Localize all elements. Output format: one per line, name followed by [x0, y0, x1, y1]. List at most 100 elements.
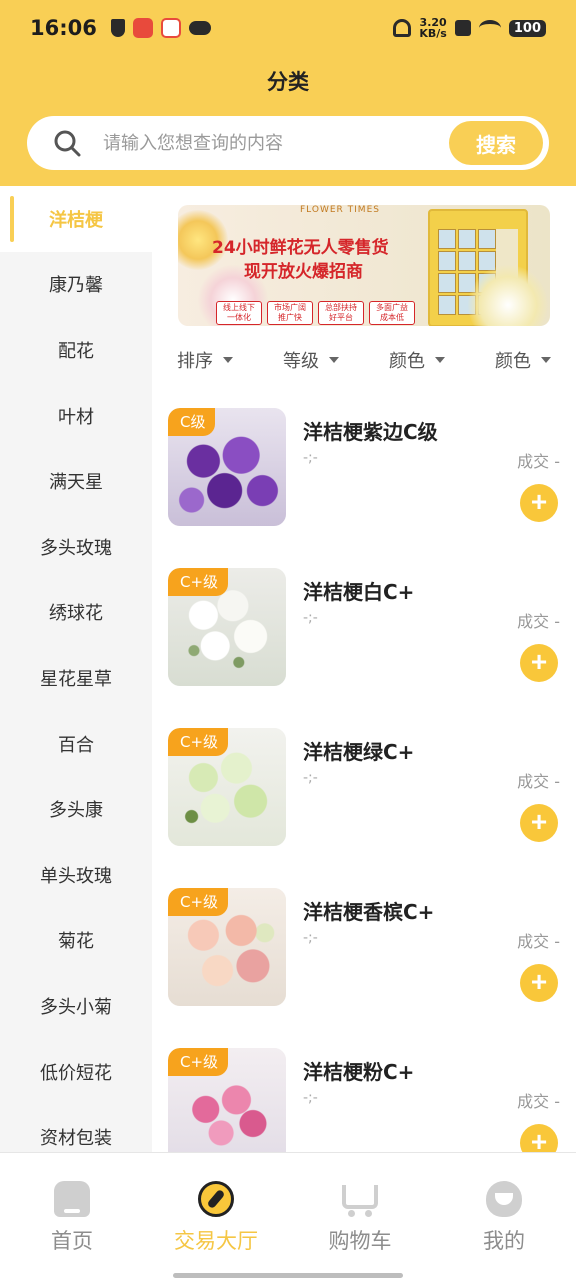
nav-trading-hall[interactable]: 交易大厅 — [144, 1153, 288, 1280]
nav-home-label: 首页 — [51, 1229, 93, 1253]
mute-bell-icon — [393, 19, 412, 37]
nav-profile-label: 我的 — [483, 1229, 525, 1253]
sidebar-item-lily[interactable]: 百合 — [0, 711, 152, 777]
network-speed: 3.20 KB/s — [419, 17, 446, 39]
shield-icon — [110, 19, 125, 37]
nav-home[interactable]: 首页 — [0, 1153, 144, 1280]
product-price: -;- — [303, 450, 318, 466]
filter-color-2[interactable]: 颜色 — [470, 340, 576, 380]
sidebar-item-gypsophila[interactable]: 满天星 — [0, 448, 152, 514]
home-indicator[interactable] — [173, 1273, 403, 1278]
banner-tag: 总部扶持 好平台 — [318, 301, 364, 325]
app-notification-icon — [132, 18, 153, 38]
add-to-cart-button[interactable]: + — [520, 804, 558, 842]
sidebar-item-budget-short[interactable]: 低价短花 — [0, 1039, 152, 1105]
search-button[interactable]: 搜索 — [449, 121, 543, 165]
product-item[interactable]: C+级 洋桔梗白C+ -;- 成交 - + — [168, 568, 560, 688]
product-thumbnail[interactable]: C+级 — [168, 888, 286, 1006]
network-speed-unit: KB/s — [419, 27, 447, 40]
sidebar-item-chrysanthemum[interactable]: 菊花 — [0, 908, 152, 974]
product-item[interactable]: C+级 洋桔梗粉C+ -;- 成交 - + — [168, 1048, 560, 1168]
filter-color[interactable]: 颜色 — [364, 340, 470, 380]
sidebar-item-spray-rose[interactable]: 多头玫瑰 — [0, 514, 152, 580]
nav-trading-hall-label: 交易大厅 — [174, 1229, 258, 1253]
sim-off-icon — [454, 20, 471, 36]
filter-sort-label: 排序 — [177, 351, 213, 372]
sidebar-item-single-rose[interactable]: 单头玫瑰 — [0, 842, 152, 908]
add-to-cart-button[interactable]: + — [520, 484, 558, 522]
grade-badge: C+级 — [168, 568, 229, 596]
product-thumbnail[interactable]: C+级 — [168, 568, 286, 686]
plus-icon: + — [530, 486, 548, 517]
compass-icon — [198, 1181, 234, 1217]
product-deal-count: 成交 - — [517, 612, 560, 631]
product-thumbnail[interactable]: C+级 — [168, 728, 286, 846]
add-to-cart-button[interactable]: + — [520, 644, 558, 682]
filter-color-label: 颜色 — [389, 351, 425, 372]
filter-bar: 排序 等级 颜色 颜色 — [152, 340, 576, 380]
battery-icon: 100 — [508, 19, 546, 37]
product-item[interactable]: C+级 洋桔梗绿C+ -;- 成交 - + — [168, 728, 560, 848]
product-price: -;- — [303, 770, 318, 786]
sidebar-item-lisianthus[interactable]: 洋桔梗 — [0, 186, 152, 252]
filter-grade[interactable]: 等级 — [258, 340, 364, 380]
profile-icon — [486, 1181, 522, 1217]
status-right: 3.20 KB/s 100 — [393, 17, 546, 39]
banner-tag: 多面广益 成本低 — [369, 301, 415, 325]
banner-brand: FLOWER TIMES — [300, 205, 380, 215]
sidebar-item-filler-flowers[interactable]: 配花 — [0, 317, 152, 383]
sidebar-item-hydrangea[interactable]: 绣球花 — [0, 580, 152, 646]
search-input[interactable] — [103, 126, 443, 160]
product-deal-count: 成交 - — [517, 452, 560, 471]
caret-down-icon — [435, 357, 445, 363]
sidebar-item-spray-carnation[interactable]: 多头康 — [0, 776, 152, 842]
caret-down-icon — [223, 357, 233, 363]
filter-sort[interactable]: 排序 — [152, 340, 258, 380]
nav-profile[interactable]: 我的 — [432, 1153, 576, 1280]
sidebar-item-carnation[interactable]: 康乃馨 — [0, 252, 152, 318]
filter-color-2-label: 颜色 — [495, 351, 531, 372]
product-name: 洋桔梗紫边C级 — [303, 420, 438, 444]
map-notification-icon — [160, 18, 181, 38]
caret-down-icon — [329, 357, 339, 363]
page-title: 分类 — [267, 70, 309, 94]
product-price: -;- — [303, 1090, 318, 1106]
sidebar-item-spray-mum[interactable]: 多头小菊 — [0, 973, 152, 1039]
product-thumbnail[interactable]: C级 — [168, 408, 286, 526]
sidebar-item-packaging[interactable]: 资材包装 — [0, 1104, 152, 1152]
sidebar-item-foliage[interactable]: 叶材 — [0, 383, 152, 449]
banner-subheadline: 现开放火爆招商 — [244, 262, 363, 282]
product-name: 洋桔梗白C+ — [303, 580, 415, 604]
banner-tags: 线上线下 一体化 市场广阔 推广快 总部扶持 好平台 多面广益 成本低 — [216, 301, 415, 325]
grade-badge: C+级 — [168, 728, 229, 756]
wifi-icon — [478, 20, 501, 36]
cloud-icon — [188, 21, 211, 35]
filter-grade-label: 等级 — [283, 351, 319, 372]
search-bar[interactable]: 搜索 — [27, 116, 549, 170]
product-price: -;- — [303, 930, 318, 946]
product-thumbnail[interactable]: C+级 — [168, 1048, 286, 1166]
grade-badge: C级 — [168, 408, 216, 436]
product-name: 洋桔梗粉C+ — [303, 1060, 415, 1084]
plus-icon: + — [530, 646, 548, 677]
banner-tag: 线上线下 一体化 — [216, 301, 262, 325]
product-deal-count: 成交 - — [517, 772, 560, 791]
banner-tag: 市场广阔 推广快 — [267, 301, 313, 325]
add-to-cart-button[interactable]: + — [520, 964, 558, 1002]
product-item[interactable]: C级 洋桔梗紫边C级 -;- 成交 - + — [168, 408, 560, 528]
grade-badge: C+级 — [168, 1048, 229, 1076]
banner-headline: 24小时鲜花无人零售货 — [212, 238, 389, 258]
product-deal-count: 成交 - — [517, 1092, 560, 1111]
bottom-nav: 首页 交易大厅 购物车 我的 — [0, 1152, 576, 1280]
promo-banner[interactable]: FLOWER TIMES 24小时鲜花无人零售货 现开放火爆招商 线上线下 一体… — [178, 205, 550, 326]
sidebar-item-star-flowers[interactable]: 星花星草 — [0, 645, 152, 711]
status-bar: 16:06 3.20 KB/s 100 — [0, 0, 576, 56]
nav-cart-label: 购物车 — [328, 1229, 392, 1253]
cart-icon — [342, 1185, 378, 1217]
caret-down-icon — [541, 357, 551, 363]
product-item[interactable]: C+级 洋桔梗香槟C+ -;- 成交 - + — [168, 888, 560, 1008]
product-name: 洋桔梗绿C+ — [303, 740, 415, 764]
home-icon — [54, 1181, 90, 1217]
header: 16:06 3.20 KB/s 100 分类 搜索 — [0, 0, 576, 186]
nav-cart[interactable]: 购物车 — [288, 1153, 432, 1280]
